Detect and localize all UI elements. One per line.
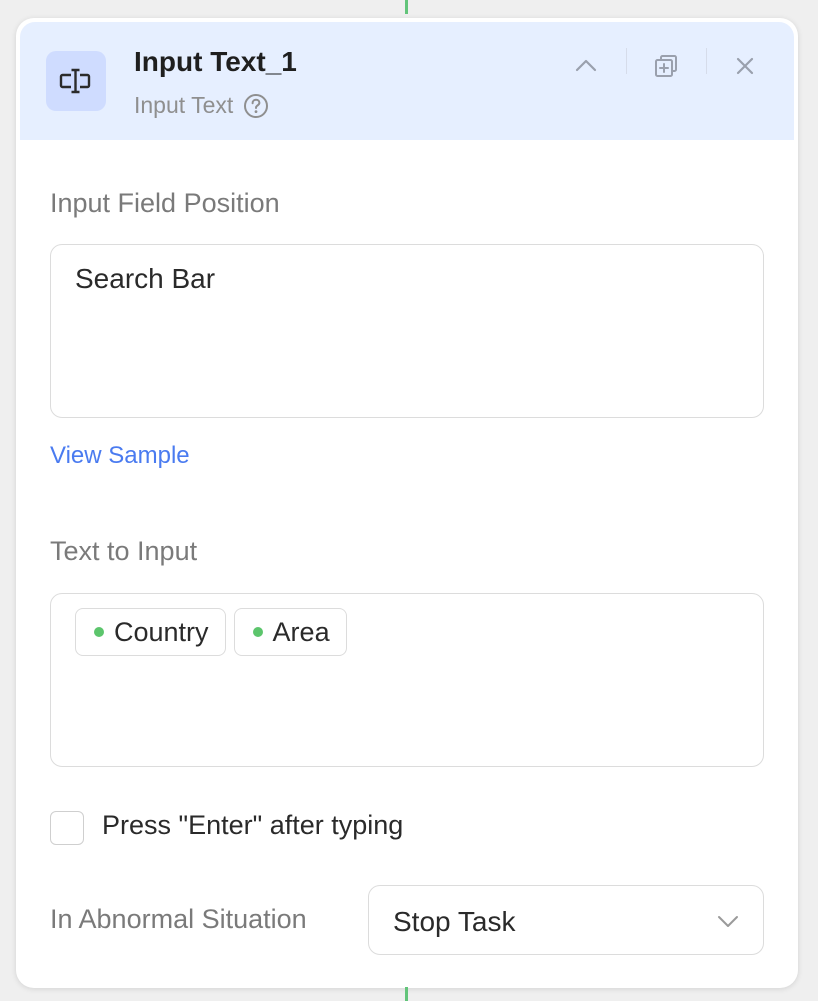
close-button[interactable] bbox=[727, 48, 763, 84]
node-card: Input Text_1 Input Text Input Field Posi… bbox=[16, 18, 798, 988]
press-enter-label: Press "Enter" after typing bbox=[102, 810, 404, 840]
top-connector bbox=[405, 0, 408, 14]
variable-chips: Country Area bbox=[75, 608, 347, 656]
variable-dot-icon bbox=[94, 627, 104, 637]
variable-chip-label: Country bbox=[114, 616, 209, 647]
node-subtitle: Input Text bbox=[134, 92, 234, 118]
press-enter-checkbox[interactable] bbox=[50, 811, 84, 845]
variable-chip[interactable]: Country bbox=[75, 608, 226, 656]
view-sample-link[interactable]: View Sample bbox=[50, 442, 190, 470]
header-separator bbox=[706, 48, 707, 74]
input-position-value: Search Bar bbox=[75, 263, 216, 294]
node-title: Input Text_1 bbox=[134, 46, 297, 77]
input-text-icon bbox=[46, 51, 106, 111]
variable-chip-label: Area bbox=[272, 616, 330, 647]
header-separator bbox=[626, 48, 627, 74]
node-header: Input Text_1 Input Text bbox=[20, 22, 794, 140]
abnormal-situation-select[interactable]: Stop Task bbox=[368, 885, 764, 955]
close-icon bbox=[733, 54, 757, 78]
variable-dot-icon bbox=[252, 627, 263, 637]
node-subtitle-row: Input Text bbox=[134, 92, 269, 119]
text-to-input-field[interactable]: Country Area bbox=[50, 593, 764, 767]
collapse-button[interactable] bbox=[568, 48, 604, 84]
duplicate-icon bbox=[653, 53, 679, 79]
text-to-input-label: Text to Input bbox=[50, 536, 198, 566]
variable-chip[interactable]: Area bbox=[233, 608, 347, 656]
abnormal-situation-label: In Abnormal Situation bbox=[50, 904, 307, 934]
chevron-up-icon bbox=[573, 53, 599, 79]
chevron-down-icon bbox=[715, 908, 741, 934]
duplicate-button[interactable] bbox=[648, 48, 684, 84]
input-position-label: Input Field Position bbox=[50, 188, 280, 218]
input-position-field[interactable]: Search Bar bbox=[50, 244, 764, 418]
abnormal-situation-value: Stop Task bbox=[393, 906, 516, 937]
help-icon[interactable] bbox=[243, 93, 269, 119]
